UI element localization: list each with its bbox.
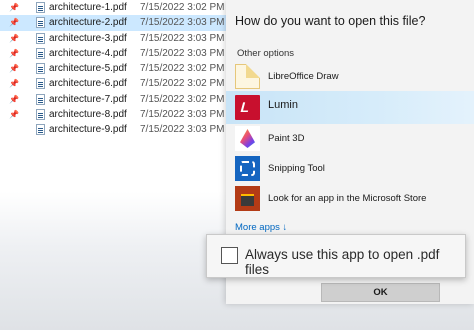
file-date: 7/15/2022 3:03 PM [140,32,225,44]
app-name: Snipping Tool [268,163,325,174]
file-date: 7/15/2022 3:02 PM [140,93,225,105]
microsoft-store-icon [235,186,260,211]
always-use-checkbox[interactable] [221,247,238,264]
app-item-snipping-tool[interactable]: Snipping Tool [226,154,474,184]
app-name: LibreOffice Draw [268,71,339,82]
pin-icon: 📌 [9,64,19,74]
pdf-file-icon [36,124,45,136]
file-name: architecture-6.pdf [49,78,127,90]
pdf-file-icon [36,47,45,59]
file-date: 7/15/2022 3:02 PM [140,78,225,90]
pdf-file-icon [36,63,45,75]
pin-icon: 📌 [9,18,19,28]
always-use-checkbox-row[interactable]: Always use this app to open .pdf files [206,234,466,278]
file-date: 7/15/2022 3:03 PM [140,47,225,59]
file-name: architecture-2.pdf [49,17,127,29]
pin-icon: 📌 [9,94,19,104]
file-name: architecture-3.pdf [49,32,127,44]
other-options-label: Other options [237,48,295,59]
paint-3d-icon [235,126,260,151]
pin-icon: 📌 [9,48,19,58]
pin-icon: 📌 [9,33,19,43]
file-name: architecture-9.pdf [49,124,127,136]
pin-icon: 📌 [9,3,19,12]
pdf-file-icon [36,78,45,90]
file-date: 7/15/2022 3:03 PM [140,17,225,29]
app-name: Look for an app in the Microsoft Store [268,193,427,204]
app-item-libreoffice-draw[interactable]: LibreOffice Draw [226,62,474,92]
dialog-title: How do you want to open this file? [235,14,426,28]
pin-icon: 📌 [9,79,19,89]
file-date: 7/15/2022 3:02 PM [140,63,225,75]
file-name: architecture-5.pdf [49,63,127,75]
file-name: architecture-8.pdf [49,109,127,121]
file-date: 7/15/2022 3:03 PM [140,109,225,121]
pdf-file-icon [36,32,45,44]
file-date: 7/15/2022 3:02 PM [140,2,225,13]
lumin-icon: L [235,95,260,120]
pdf-file-icon [36,17,45,29]
snipping-tool-icon [235,156,260,181]
pdf-file-icon [36,93,45,105]
file-name: architecture-4.pdf [49,47,127,59]
file-date: 7/15/2022 3:03 PM [140,124,225,136]
app-item-microsoft-store[interactable]: Look for an app in the Microsoft Store [226,184,474,214]
libreoffice-draw-icon [235,64,260,89]
file-name: architecture-7.pdf [49,93,127,105]
app-item-paint-3d[interactable]: Paint 3D [226,124,474,154]
app-item-lumin[interactable]: L Lumin [226,91,474,124]
pdf-file-icon [36,109,45,121]
file-name: architecture-1.pdf [49,2,127,13]
pin-icon: 📌 [9,110,19,120]
app-name: Lumin [268,99,298,111]
more-apps-link[interactable]: More apps ↓ [235,222,287,233]
ok-button[interactable]: OK [321,283,440,302]
pdf-file-icon [36,2,45,13]
app-name: Paint 3D [268,133,305,144]
always-use-label: Always use this app to open .pdf files [245,247,440,277]
